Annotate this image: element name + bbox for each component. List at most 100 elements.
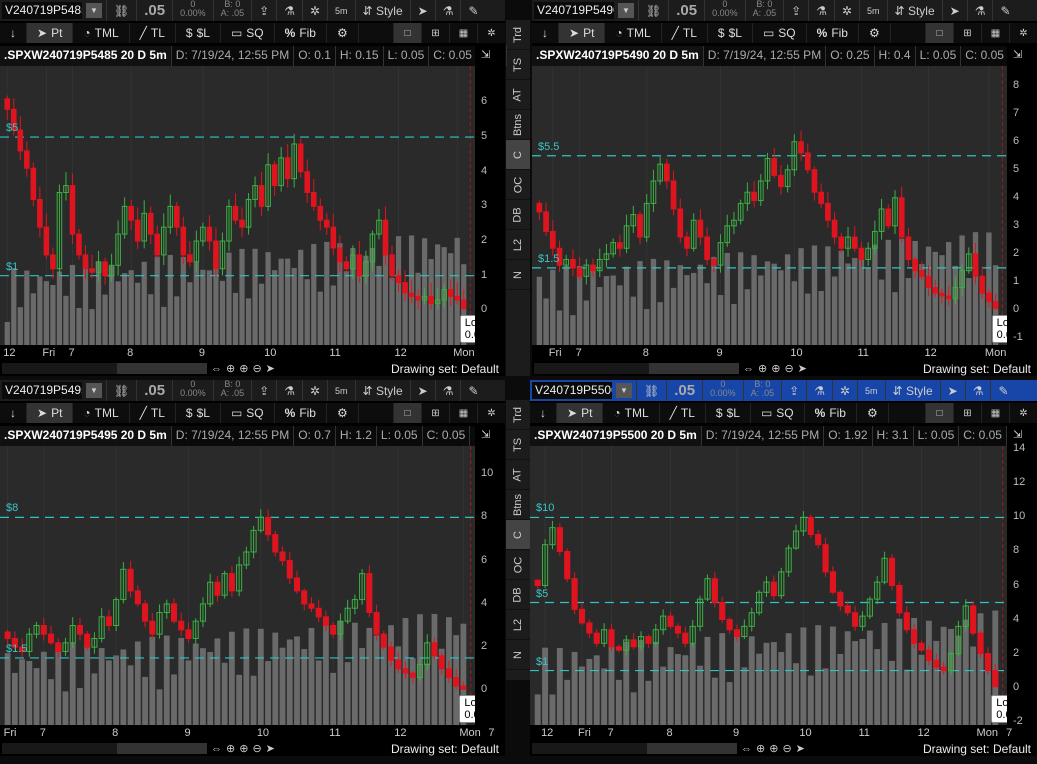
tool-fibonacci[interactable]: % Fib [805, 403, 857, 423]
tool-pointer[interactable]: ➤ Pt [559, 23, 606, 43]
flask-icon[interactable]: ⚗ [966, 0, 993, 21]
price-chart[interactable]: $8$1.5Lo: 0.05 [0, 446, 491, 725]
horizontal-scrollbar[interactable] [534, 363, 739, 374]
tool-price-level[interactable]: $ $L [708, 23, 753, 43]
price-level-label[interactable]: $5.5 [538, 141, 559, 153]
drawing-icon[interactable]: ✎ [460, 380, 485, 401]
crosshair-icon[interactable]: ⊕ [756, 742, 765, 755]
price-axis[interactable]: ⇲ 0 2 4 6 8 10 [475, 426, 505, 725]
tool-fibonacci[interactable]: % Fib [807, 23, 859, 43]
single-layout-icon[interactable]: □ [925, 23, 953, 43]
drawing-set-selector[interactable]: Drawing set: Default [923, 742, 1031, 756]
drawing-icon[interactable]: ✎ [992, 0, 1017, 21]
sidebar-tab-l2[interactable]: L2 [506, 230, 530, 260]
time-axis[interactable]: Fri 7 8 9 10 11 12 Mon [532, 346, 1037, 361]
pin-button[interactable]: ↓ [532, 23, 559, 43]
sidebar-tab-oc[interactable]: OC [506, 550, 530, 580]
price-level-label[interactable]: $5 [6, 122, 18, 134]
cursor-icon[interactable]: ➤ [266, 362, 275, 375]
tool-time-marker[interactable]: ◔ TML [73, 23, 130, 43]
cursor-icon[interactable]: ➤ [266, 742, 275, 755]
price-axis[interactable]: ⇲ 0 1 2 3 4 5 6 [475, 46, 505, 345]
all-layout-icon[interactable]: ▦ [981, 23, 1009, 43]
interval-button[interactable]: 5m [327, 380, 355, 401]
zoom-out-icon[interactable]: ⊖ [784, 362, 793, 375]
zoom-out-icon[interactable]: ⊖ [782, 742, 791, 755]
drawing-set-selector[interactable]: Drawing set: Default [391, 362, 499, 376]
price-level-label[interactable]: $10 [536, 502, 554, 514]
pan-icon[interactable]: ⇔ [741, 743, 752, 755]
sidebar-tab-trd[interactable]: Trd [506, 20, 530, 50]
single-layout-icon[interactable]: □ [393, 23, 421, 43]
sidebar-tab-n[interactable]: N [506, 260, 530, 290]
sidebar-tab-at[interactable]: AT [506, 460, 530, 490]
tool-pointer[interactable]: ➤ Pt [557, 403, 604, 423]
chart-settings-gear-icon[interactable]: ✲ [477, 403, 505, 423]
crosshair-icon[interactable]: ⊕ [758, 362, 767, 375]
style-button[interactable]: ⇵ Style [354, 0, 410, 21]
symbol-input[interactable]: V240719P5500 [532, 382, 612, 399]
link-icon[interactable]: ⛓ [106, 0, 136, 21]
horizontal-scrollbar[interactable] [2, 743, 207, 754]
price-chart[interactable]: $10$5$1Lo: 0.05 [530, 446, 1023, 725]
flask-icon[interactable]: ⚗ [964, 380, 991, 401]
chart-settings-gear-icon[interactable]: ✲ [1009, 403, 1037, 423]
link-icon[interactable]: ⛓ [638, 0, 668, 21]
share-icon[interactable]: ⇪ [783, 0, 808, 21]
price-axis[interactable]: ⇲ -1 0 1 2 3 4 5 6 7 8 [1007, 46, 1037, 345]
symbol-dropdown-button[interactable]: ▼ [86, 383, 102, 398]
interval-button[interactable]: 5m [859, 0, 887, 21]
tool-pointer[interactable]: ➤ Pt [27, 23, 74, 43]
sidebar-tab-at[interactable]: AT [506, 80, 530, 110]
interval-button[interactable]: 5m [857, 380, 885, 401]
flask-icon[interactable]: ⚗ [434, 380, 461, 401]
cursor-icon[interactable]: ➤ [409, 0, 435, 21]
tool-pointer[interactable]: ➤ Pt [27, 403, 74, 423]
zoom-out-icon[interactable]: ⊖ [252, 362, 261, 375]
style-button[interactable]: ⇵ Style [884, 380, 940, 401]
zoom-in-icon[interactable]: ⊕ [771, 362, 780, 375]
pin-button[interactable]: ↓ [0, 23, 27, 43]
studies-flask-icon[interactable]: ⚗ [806, 380, 832, 401]
tool-trendline[interactable]: ╱ TL [662, 23, 708, 43]
cursor-icon[interactable]: ➤ [409, 380, 435, 401]
zoom-in-icon[interactable]: ⊕ [769, 742, 778, 755]
expand-icon[interactable]: ⇲ [481, 48, 490, 61]
tool-square[interactable]: ▭ SQ [753, 23, 807, 43]
settings-gear-icon[interactable]: ✲ [831, 380, 857, 401]
tool-price-level[interactable]: $ $L [706, 403, 751, 423]
pin-button[interactable]: ↓ [530, 403, 557, 423]
time-axis[interactable]: 12 Fri 7 8 9 10 11 12 Mon [0, 346, 505, 361]
symbol-input[interactable]: V240719P5495 [2, 382, 82, 399]
tool-price-level[interactable]: $ $L [176, 403, 221, 423]
more-tools-icon[interactable]: ⚙ [327, 23, 359, 43]
time-axis[interactable]: 12 Fri 7 8 9 10 11 12 Mon 7 [530, 726, 1037, 741]
tool-fibonacci[interactable]: % Fib [275, 23, 327, 43]
zoom-in-icon[interactable]: ⊕ [239, 362, 248, 375]
sidebar-tab-c[interactable]: C [506, 140, 530, 170]
link-icon[interactable]: ⛓ [106, 380, 136, 401]
scrollbar-thumb[interactable] [117, 363, 207, 374]
zoom-in-icon[interactable]: ⊕ [239, 742, 248, 755]
grid-layout-icon[interactable]: ⊞ [421, 403, 449, 423]
flask-icon[interactable]: ⚗ [434, 0, 461, 21]
symbol-dropdown-button[interactable]: ▼ [618, 3, 634, 18]
style-button[interactable]: ⇵ Style [886, 0, 942, 21]
sidebar-tab-oc[interactable]: OC [506, 170, 530, 200]
sidebar-tab-ts[interactable]: TS [506, 50, 530, 80]
tool-square[interactable]: ▭ SQ [221, 403, 275, 423]
tool-time-marker[interactable]: ◔ TML [605, 23, 662, 43]
grid-layout-icon[interactable]: ⊞ [953, 403, 981, 423]
more-tools-icon[interactable]: ⚙ [859, 23, 891, 43]
tool-trendline[interactable]: ╱ TL [130, 23, 176, 43]
drawing-set-selector[interactable]: Drawing set: Default [923, 362, 1031, 376]
drawing-set-selector[interactable]: Drawing set: Default [391, 742, 499, 756]
expand-icon[interactable]: ⇲ [1013, 428, 1022, 441]
drawing-icon[interactable]: ✎ [460, 0, 485, 21]
share-icon[interactable]: ⇪ [251, 380, 276, 401]
pin-button[interactable]: ↓ [0, 403, 27, 423]
crosshair-icon[interactable]: ⊕ [226, 362, 235, 375]
price-axis[interactable]: ⇲ -2 0 2 4 6 8 10 12 14 [1007, 426, 1037, 727]
horizontal-scrollbar[interactable] [532, 743, 737, 754]
symbol-dropdown-button[interactable]: ▼ [86, 3, 102, 18]
